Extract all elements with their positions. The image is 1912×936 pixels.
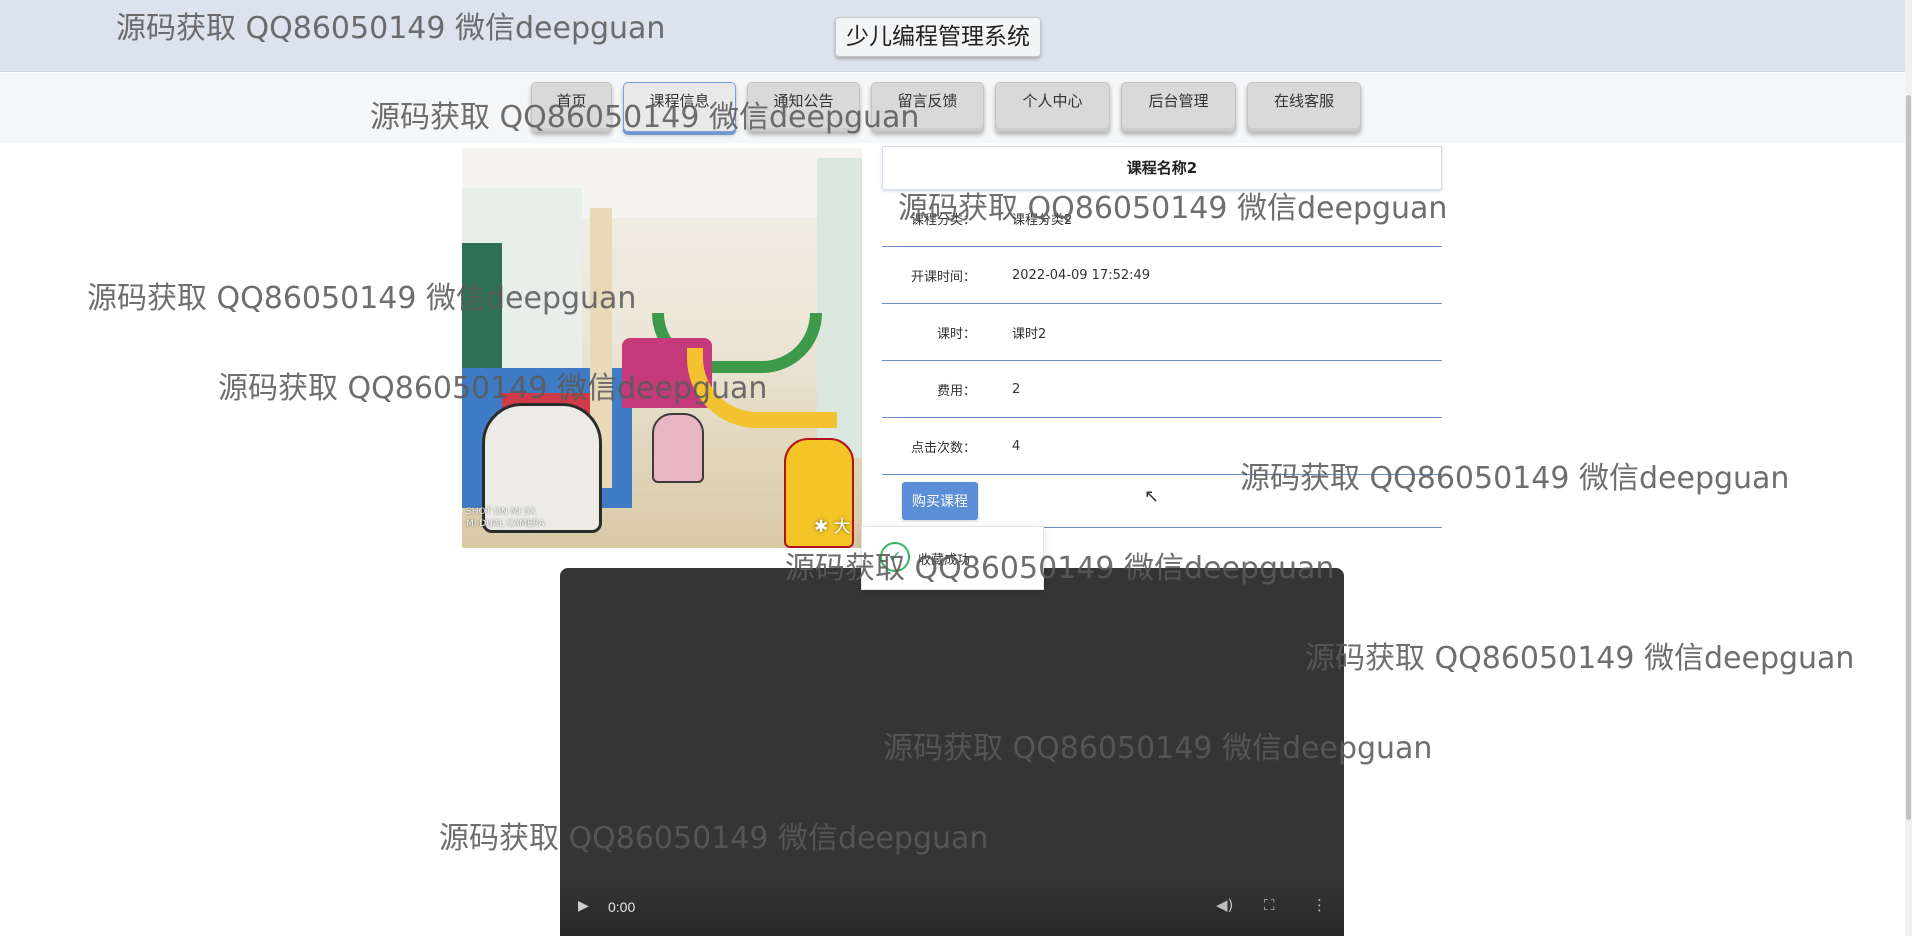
nav-item-notices[interactable]: 通知公告 <box>747 82 860 132</box>
header: 少儿编程管理系统 <box>0 0 1905 72</box>
field-value: 课程分类2 <box>1012 212 1073 228</box>
watermark: 源码获取 QQ86050149 微信deepguan <box>1305 641 1855 676</box>
running-person-icon: ✱ <box>814 517 829 537</box>
fullscreen-icon[interactable]: ⛶ <box>1264 896 1275 914</box>
buy-course-button[interactable]: 购买课程 <box>902 482 978 520</box>
nav-item-feedback[interactable]: 留言反馈 <box>871 82 984 132</box>
field-label: 课程分类： <box>910 212 976 228</box>
field-label: 课时： <box>936 326 976 342</box>
volume-icon[interactable]: ◀) <box>1216 896 1233 914</box>
video-time: 0:00 <box>608 899 636 915</box>
photo-green-wall <box>462 243 502 383</box>
nav-item-profile[interactable]: 个人中心 <box>995 82 1110 132</box>
detail-row-fee: 费用： 2 <box>882 361 1442 418</box>
main-nav: 首页 课程信息 通知公告 留言反馈 个人中心 后台管理 在线客服 <box>531 82 1372 132</box>
field-value: 2 <box>1012 381 1021 397</box>
photo-toy-car-pink <box>652 413 704 483</box>
field-value: 课时2 <box>1012 326 1047 342</box>
video-player[interactable]: ▶ 0:00 ◀) ⛶ ⋮ <box>560 568 1344 936</box>
brand-mark: ✱ 大 <box>814 512 851 537</box>
course-detail: 课程名称2 课程分类： 课程分类2 开课时间： 2022-04-09 17:52… <box>882 146 1442 528</box>
nav-item-courses[interactable]: 课程信息 <box>623 82 736 132</box>
detail-row-clicks: 点击次数： 4 <box>882 418 1442 475</box>
page-scrollbar[interactable] <box>1905 0 1912 936</box>
camera-watermark: SHOT ON MI 5X MI DUAL CAMERA <box>466 506 545 530</box>
check-circle-icon: ✓ <box>880 542 910 572</box>
site-title: 少儿编程管理系统 <box>835 17 1041 57</box>
mouse-cursor-icon: ↖ <box>1144 486 1160 507</box>
nav-item-admin[interactable]: 后台管理 <box>1121 82 1236 132</box>
brand-mark-text: 大 <box>833 517 851 537</box>
field-label: 开课时间： <box>910 269 976 285</box>
camera-watermark-line1: SHOT ON MI 5X <box>466 507 536 517</box>
more-options-icon[interactable]: ⋮ <box>1312 896 1327 914</box>
course-image: SHOT ON MI 5X MI DUAL CAMERA ✱ 大 <box>462 148 862 548</box>
nav-item-support[interactable]: 在线客服 <box>1247 82 1361 132</box>
detail-actions: 购买课程 <box>882 475 1442 528</box>
scrollbar-thumb[interactable] <box>1906 95 1911 820</box>
detail-row-lessons: 课时： 课时2 <box>882 304 1442 361</box>
field-value: 2022-04-09 17:52:49 <box>1012 267 1151 283</box>
play-icon[interactable]: ▶ <box>578 898 589 914</box>
field-label: 费用： <box>936 383 976 399</box>
video-controls: ▶ 0:00 ◀) ⛶ ⋮ <box>560 876 1344 936</box>
success-toast: ✓ 收藏成功 <box>861 526 1044 590</box>
field-value: 4 <box>1012 438 1021 454</box>
detail-row-category: 课程分类： 课程分类2 <box>882 190 1442 247</box>
page: 少儿编程管理系统 首页 课程信息 通知公告 留言反馈 个人中心 后台管理 在线客… <box>0 0 1912 936</box>
detail-row-start-time: 开课时间： 2022-04-09 17:52:49 <box>882 247 1442 304</box>
toast-message: 收藏成功 <box>918 553 971 568</box>
course-title: 课程名称2 <box>882 146 1442 190</box>
camera-watermark-line2: MI DUAL CAMERA <box>466 519 545 529</box>
photo-yellow-bench <box>687 348 837 428</box>
nav-item-home[interactable]: 首页 <box>531 82 612 132</box>
field-label: 点击次数： <box>910 440 976 456</box>
